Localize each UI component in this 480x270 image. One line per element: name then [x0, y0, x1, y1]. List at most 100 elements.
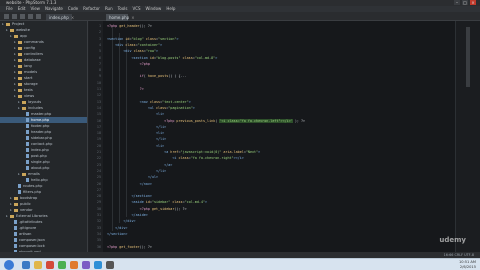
code-line[interactable]: <?php get_sidebar(); ?> [107, 207, 187, 211]
code-line[interactable]: </div> [107, 226, 127, 230]
code-token: ></i> [233, 156, 244, 161]
phpstorm-icon[interactable] [82, 261, 90, 269]
code-line[interactable]: <li> [107, 131, 164, 135]
open-folder-icon[interactable] [4, 14, 9, 19]
code-line[interactable]: ?> [107, 87, 144, 91]
code-line[interactable]: <?php [107, 62, 150, 66]
folder-icon [18, 70, 22, 74]
code-line[interactable]: <?php get_footer(); ?> [107, 245, 152, 249]
code-line[interactable]: <aside id="sidebar" class="col-md-4"> [107, 200, 208, 204]
file-icon [14, 244, 17, 248]
code-line[interactable]: </div> [107, 219, 135, 223]
scrollbar-thumb[interactable] [466, 27, 470, 87]
terminal-icon[interactable] [106, 261, 114, 269]
code-line[interactable]: </section> [107, 194, 152, 198]
folder-icon [18, 40, 22, 44]
code-line[interactable]: <?php get_header(); ?> [107, 24, 152, 28]
code-token: () ) {... [168, 74, 187, 79]
clock-date: 2/6/2015 [459, 265, 476, 269]
code-token: "javascript:void(0)" [180, 150, 222, 154]
code-token: <div [115, 42, 126, 47]
code-token: have_posts [147, 74, 169, 79]
tree-item-label: public [20, 202, 31, 206]
tree-item-label: vendor [20, 208, 33, 212]
code-line[interactable]: <a href="javascript:void(0)" aria-label=… [107, 150, 260, 154]
tree-item-label: master.php [31, 112, 52, 116]
code-line[interactable]: <li> [107, 144, 164, 148]
save-icon[interactable] [12, 14, 17, 19]
code-line[interactable]: <?php previous_posts_link( '<i class="fa… [107, 118, 305, 123]
file-icon [18, 190, 21, 194]
minimize-button[interactable]: – [454, 0, 460, 5]
media-icon[interactable] [46, 261, 54, 269]
tree-item-label: tests [24, 88, 33, 92]
tree-item-label: controllers [24, 52, 44, 56]
line-number: 27 [96, 187, 101, 192]
chrome-icon[interactable] [58, 261, 66, 269]
code-line[interactable]: <section id="blog-posts" class="col-md-8… [107, 56, 218, 60]
tab-index[interactable]: index.php × [46, 14, 74, 21]
code-line[interactable]: </li> [107, 169, 166, 173]
tab-home[interactable]: home.php × [106, 14, 135, 21]
line-number: 8 [98, 68, 101, 73]
code-line[interactable]: <nav class="text-center"> [107, 100, 191, 104]
app-icon[interactable] [94, 261, 102, 269]
code-line[interactable]: <ul class="pagination"> [107, 106, 195, 110]
code-line[interactable]: if( have_posts() ) {... [107, 74, 187, 78]
line-number: 28 [96, 194, 101, 199]
close-icon[interactable]: × [131, 15, 134, 20]
folder-icon [18, 58, 22, 62]
ie-icon[interactable] [22, 261, 30, 269]
code-line[interactable]: </nav> [107, 182, 152, 186]
start-button-icon[interactable] [4, 260, 14, 270]
sync-icon[interactable] [20, 14, 25, 19]
folder-icon [14, 202, 18, 206]
code-line[interactable]: </a> [107, 163, 172, 167]
explorer-icon[interactable] [34, 261, 42, 269]
file-icon [26, 142, 29, 146]
tree-item-label: .gitignore [19, 226, 37, 230]
folder-icon [18, 52, 22, 56]
close-button[interactable]: × [470, 0, 476, 5]
tree-item-label: config [24, 46, 35, 50]
close-icon[interactable]: × [71, 15, 74, 20]
file-icon [26, 154, 29, 158]
tree-item-label: sidebar.php [31, 136, 52, 140]
file-icon [14, 220, 17, 224]
code-line[interactable]: <section id="blog" class="section"> [107, 37, 178, 41]
udemy-watermark: udemy [439, 236, 466, 244]
editor-scrollbar[interactable] [455, 21, 480, 258]
code-line[interactable]: </ul> [107, 175, 158, 179]
code-token: "Next" [245, 150, 259, 154]
file-icon [26, 130, 29, 134]
redo-icon[interactable] [36, 14, 41, 19]
folder-icon [14, 208, 18, 212]
line-number: 7 [98, 61, 101, 66]
code-line[interactable]: </li> [107, 125, 166, 129]
code-line[interactable]: </section> [107, 232, 127, 236]
file-icon [26, 112, 29, 116]
code-token: <?php [107, 24, 120, 28]
code-line[interactable]: <div class="row"> [107, 49, 158, 53]
tree-item-label: hello.php [31, 178, 48, 182]
code-line[interactable]: </aside> [107, 213, 148, 217]
firefox-icon[interactable] [70, 261, 78, 269]
code-token: get_header [119, 24, 140, 28]
code-token: (); ?> [174, 206, 187, 211]
code-line[interactable]: <li> [107, 112, 164, 116]
code-editor[interactable]: <?php get_header(); ?> <section id="blog"… [103, 21, 455, 258]
code-line[interactable]: <i class="fa fa-chevron-right"></i> [107, 156, 244, 161]
line-number: 3 [98, 36, 101, 41]
system-tray[interactable]: 10:51 AM 2/6/2015 [459, 260, 476, 270]
code-line[interactable]: <div class="container"> [107, 43, 162, 47]
code-token: <div [123, 49, 134, 54]
code-token: <ul [147, 105, 156, 110]
code-line[interactable]: </li> [107, 137, 166, 141]
maximize-button[interactable]: □ [462, 0, 468, 5]
undo-icon[interactable] [28, 14, 33, 19]
tree-item-label: storage [24, 82, 38, 86]
tree-item-label: contact.php [31, 142, 53, 146]
